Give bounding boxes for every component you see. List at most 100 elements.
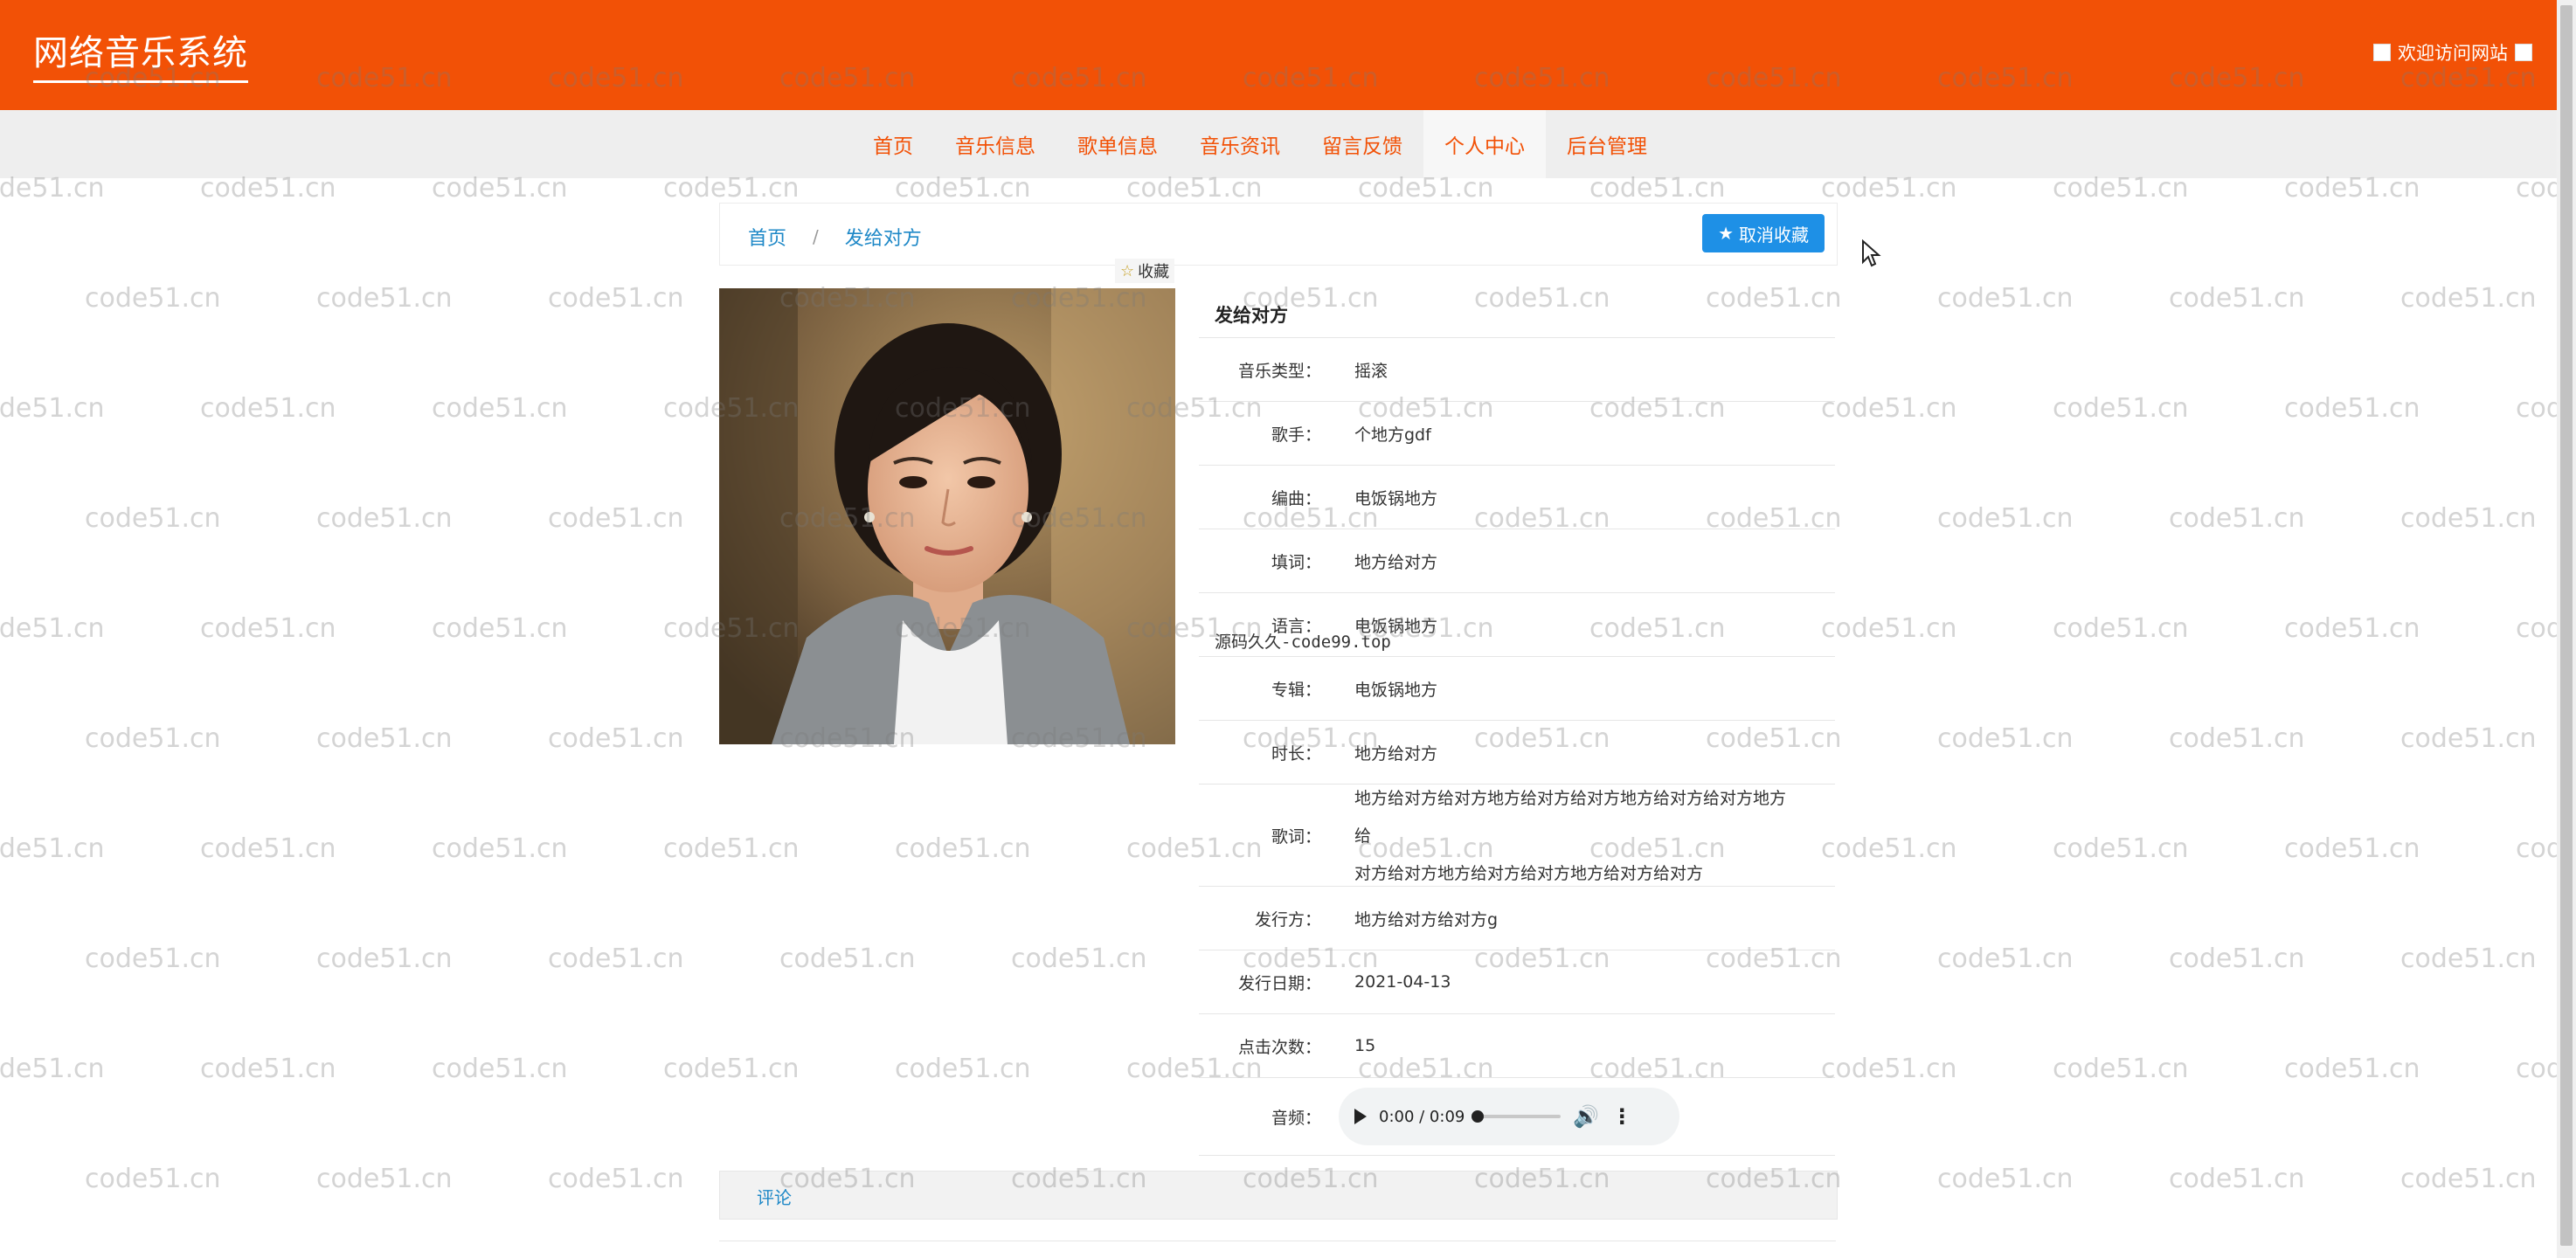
nav-music-info[interactable]: 音乐信息	[934, 110, 1056, 178]
field-value: 摇滚	[1354, 361, 1388, 381]
watermark-text: code51.cn	[0, 1054, 105, 1084]
nav-personal-center[interactable]: 个人中心	[1423, 110, 1546, 178]
watermark-text: code51.cn	[1011, 944, 1147, 974]
lyrics-line: 地方给对方给对方地方给对方给对方地方给对方给对方地方给	[1354, 788, 1787, 846]
more-options-icon[interactable]: ⋮	[1611, 1104, 1632, 1129]
watermark-text: code51.cn	[663, 833, 800, 864]
field-value: 2021-04-13	[1354, 972, 1451, 992]
watermark-text: code51.cn	[2053, 1054, 2189, 1084]
watermark-text: code51.cn	[2169, 283, 2305, 314]
song-cover-image	[719, 288, 1175, 744]
watermark-text: code51.cn	[2516, 1054, 2557, 1084]
watermark-text: code51.cn	[200, 393, 336, 424]
watermark-text: code51.cn	[663, 1054, 800, 1084]
field-label: 时长：	[1271, 743, 1321, 764]
nav-music-news[interactable]: 音乐资讯	[1179, 110, 1301, 178]
collect-badge-label: 收藏	[1138, 263, 1170, 281]
field-label: 编曲：	[1271, 488, 1321, 508]
audio-player[interactable]: 0:00 / 0:09 🔊 ⋮	[1339, 1088, 1679, 1145]
info-row-duration: 时长： 地方给对方	[1199, 721, 1835, 785]
breadcrumb-current[interactable]: 发给对方	[845, 223, 922, 251]
watermark-text: code51.cn	[2516, 393, 2557, 424]
breadcrumb-home[interactable]: 首页	[748, 223, 786, 251]
watermark-text: code51.cn	[548, 1164, 684, 1194]
watermark-text: code51.cn	[316, 1164, 453, 1194]
welcome-text[interactable]: 欢迎访问网站	[2398, 39, 2508, 66]
field-value: 电饭锅地方	[1354, 616, 1438, 636]
field-label: 点击次数：	[1237, 1037, 1321, 1057]
checkbox-right-icon	[2515, 44, 2532, 61]
scrollbar[interactable]	[2557, 0, 2576, 1258]
info-row-publisher: 发行方： 地方给对方给对方g	[1199, 887, 1835, 950]
watermark-text: code51.cn	[2169, 944, 2305, 974]
volume-icon[interactable]: 🔊	[1573, 1104, 1599, 1129]
breadcrumb-bar: 首页 / 发给对方 ★ 取消收藏	[719, 203, 1838, 266]
field-value: 个地方gdf	[1354, 425, 1431, 445]
field-label: 音乐类型：	[1237, 361, 1321, 381]
watermark-text: code51.cn	[85, 283, 221, 314]
welcome-area: 欢迎访问网站	[2373, 39, 2532, 66]
portrait-illustration	[719, 288, 1175, 744]
checkbox-left-icon	[2373, 44, 2391, 61]
watermark-text: code51.cn	[548, 723, 684, 754]
watermark-text: code51.cn	[432, 393, 568, 424]
info-row-lyricist: 填词： 地方给对方	[1199, 529, 1835, 593]
watermark-text: code51.cn	[548, 283, 684, 314]
field-value: 地方给对方	[1354, 552, 1438, 572]
nav-home[interactable]: 首页	[852, 110, 934, 178]
collect-badge[interactable]: ☆ 收藏	[1115, 259, 1175, 283]
watermark-text: code51.cn	[2284, 393, 2420, 424]
watermark-text: code51.cn	[2169, 1164, 2305, 1194]
site-logo[interactable]: 网络音乐系统	[33, 24, 248, 83]
audio-progress-knob[interactable]	[1472, 1110, 1485, 1123]
info-row-singer: 歌手： 个地方gdf	[1199, 402, 1835, 466]
watermark-text: code51.cn	[2516, 613, 2557, 644]
lyrics-value: 地方给对方给对方地方给对方给对方地方给对方给对方地方给 对方给对方地方给对方给对…	[1330, 785, 1835, 886]
top-header-bar: 网络音乐系统 欢迎访问网站	[0, 0, 2576, 110]
watermark-text: code51.cn	[2400, 944, 2537, 974]
nav-feedback[interactable]: 留言反馈	[1301, 110, 1423, 178]
watermark-text: code51.cn	[1937, 723, 2074, 754]
nav-playlist-info[interactable]: 歌单信息	[1056, 110, 1179, 178]
watermark-text: code51.cn	[0, 613, 105, 644]
audio-progress-slider[interactable]	[1472, 1110, 1562, 1123]
field-label: 歌手：	[1271, 425, 1321, 445]
audio-time: 0:00 / 0:09	[1379, 1107, 1465, 1126]
nav-admin[interactable]: 后台管理	[1546, 110, 1668, 178]
field-value: 电饭锅地方	[1354, 680, 1438, 700]
main-nav: 首页 音乐信息 歌单信息 音乐资讯 留言反馈 个人中心 后台管理	[852, 110, 1668, 178]
field-value: 15	[1354, 1036, 1376, 1055]
watermark-text: code51.cn	[2400, 283, 2537, 314]
watermark-text: code51.cn	[2400, 1164, 2537, 1194]
field-label: 音频：	[1271, 1108, 1321, 1128]
watermark-text: code51.cn	[1937, 1164, 2074, 1194]
watermark-text: code51.cn	[2169, 723, 2305, 754]
info-row-clicks: 点击次数： 15	[1199, 1014, 1835, 1078]
scrollbar-thumb[interactable]	[2560, 5, 2573, 1246]
uncollect-button[interactable]: ★ 取消收藏	[1702, 214, 1825, 252]
watermark-text: code51.cn	[200, 833, 336, 864]
song-info-table: 发给对方 音乐类型： 摇滚 歌手： 个地方gdf 编曲： 电饭锅地方 填词： 地…	[1199, 292, 1835, 1156]
watermark-text: code51.cn	[1937, 503, 2074, 534]
watermark-text: code51.cn	[2053, 833, 2189, 864]
audio-cell: 0:00 / 0:09 🔊 ⋮	[1330, 1078, 1835, 1155]
uncollect-label: 取消收藏	[1739, 224, 1809, 245]
field-value: 地方给对方给对方g	[1354, 909, 1499, 930]
watermark-text: code51.cn	[2516, 833, 2557, 864]
comment-tab-bar: 评论	[719, 1171, 1838, 1220]
watermark-text: code51.cn	[432, 833, 568, 864]
watermark-text: code51.cn	[1821, 393, 1957, 424]
watermark-text: code51.cn	[85, 503, 221, 534]
info-row-album: 专辑： 电饭锅地方	[1199, 657, 1835, 721]
watermark-text: code51.cn	[200, 613, 336, 644]
watermark-text: code51.cn	[316, 283, 453, 314]
watermark-text: code51.cn	[2053, 393, 2189, 424]
tab-comments[interactable]: 评论	[757, 1184, 792, 1209]
info-row-arranger: 编曲： 电饭锅地方	[1199, 466, 1835, 529]
watermark-text: code51.cn	[85, 1164, 221, 1194]
watermark-text: code51.cn	[1821, 833, 1957, 864]
star-outline-icon: ☆	[1120, 261, 1135, 280]
breadcrumb-separator: /	[813, 226, 819, 247]
watermark-text: code51.cn	[548, 944, 684, 974]
play-icon[interactable]	[1354, 1109, 1367, 1124]
